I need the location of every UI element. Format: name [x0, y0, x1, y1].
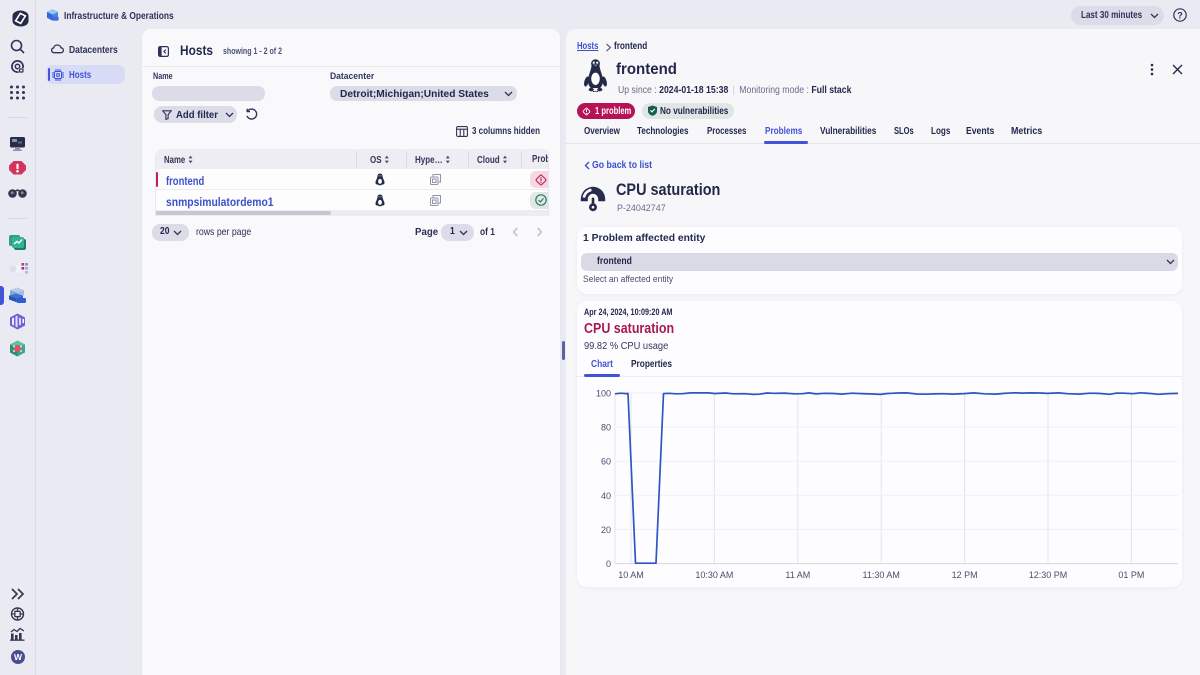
svg-text:12:30 PM: 12:30 PM	[1029, 570, 1068, 580]
svg-text:10:30 AM: 10:30 AM	[695, 570, 733, 580]
svg-text:80: 80	[601, 423, 611, 433]
svg-text:0: 0	[606, 559, 611, 569]
svg-text:11:30 AM: 11:30 AM	[863, 570, 900, 580]
svg-text:11 AM: 11 AM	[785, 570, 810, 580]
svg-text:10 AM: 10 AM	[618, 570, 644, 580]
svg-text:40: 40	[601, 491, 611, 501]
svg-text:20: 20	[601, 525, 611, 535]
svg-text:W: W	[14, 652, 23, 662]
svg-text:01 PM: 01 PM	[1118, 570, 1144, 580]
svg-text:60: 60	[601, 457, 611, 467]
svg-text:?: ?	[1177, 10, 1183, 20]
svg-text:100: 100	[596, 389, 611, 399]
svg-text:12 PM: 12 PM	[952, 570, 978, 580]
